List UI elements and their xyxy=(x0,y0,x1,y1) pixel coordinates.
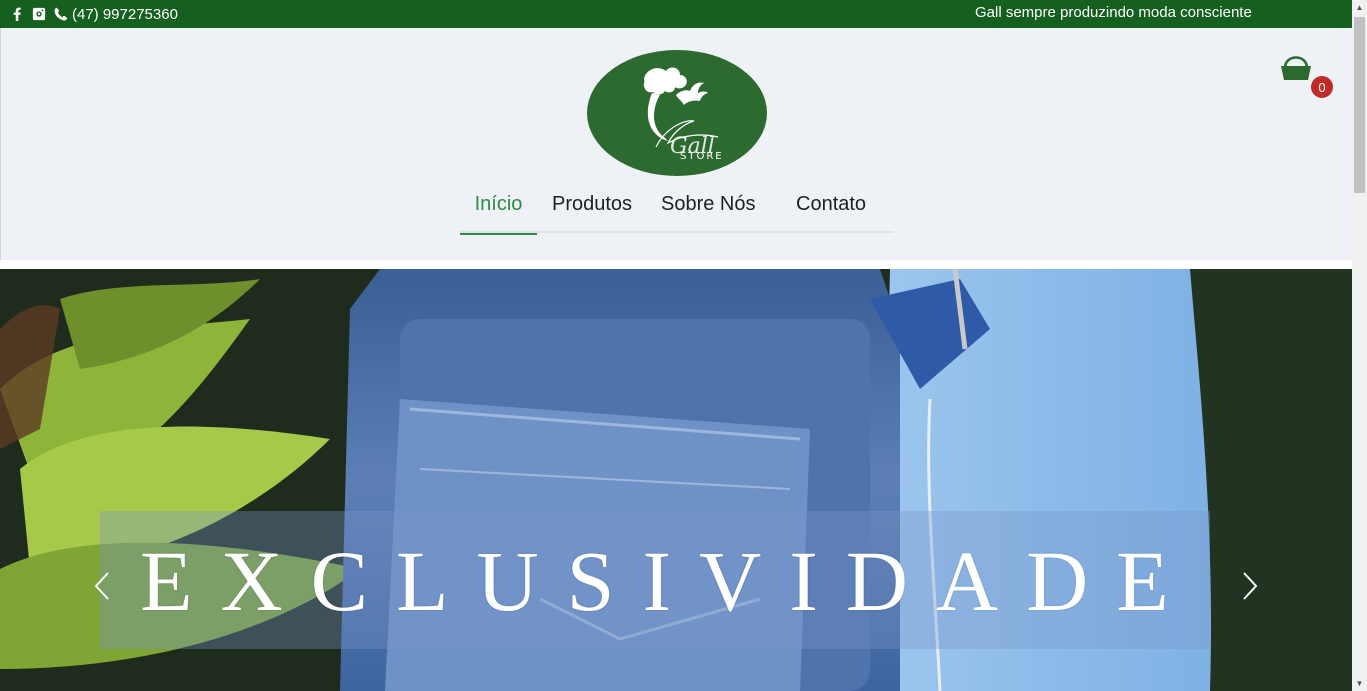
store-logo[interactable]: Gall STORE xyxy=(586,49,768,177)
phone-icon xyxy=(53,6,69,22)
carousel-next-button[interactable] xyxy=(1238,571,1262,601)
top-bar-contacts: (47) 997275360 xyxy=(0,6,178,23)
scroll-thumb[interactable] xyxy=(1354,17,1365,193)
chevron-right-icon xyxy=(1243,572,1258,600)
nav-item-produtos[interactable]: Produtos xyxy=(552,191,632,233)
nav-item-inicio[interactable]: Início xyxy=(460,191,537,235)
hero-title: EXCLUSIVIDADE xyxy=(140,533,1197,629)
facebook-icon[interactable] xyxy=(9,6,25,22)
phone-number: (47) 997275360 xyxy=(72,5,178,23)
header-divider xyxy=(0,260,1352,269)
instagram-icon[interactable] xyxy=(31,6,47,22)
main-nav: Início Produtos Sobre Nós Contato xyxy=(460,191,894,235)
scroll-up-icon[interactable]: ▲ xyxy=(1352,0,1367,15)
logo-store-text: STORE xyxy=(680,151,724,162)
phone-contact[interactable]: (47) 997275360 xyxy=(53,6,178,23)
carousel-prev-button[interactable] xyxy=(90,571,114,601)
chevron-left-icon xyxy=(94,572,109,600)
hero-carousel: EXCLUSIVIDADE xyxy=(0,269,1352,691)
page-scrollbar[interactable]: ▲ ▼ xyxy=(1352,0,1367,691)
top-bar: (47) 997275360 Gall sempre produzindo mo… xyxy=(0,0,1352,28)
nav-item-sobre-nos[interactable]: Sobre Nós xyxy=(661,191,756,233)
nav-item-contato[interactable]: Contato xyxy=(796,191,866,233)
scroll-down-icon[interactable]: ▼ xyxy=(1352,676,1367,691)
site-header: Gall STORE 0 Início Produtos Sobre Nós C… xyxy=(0,28,1352,260)
tagline: Gall sempre produzindo moda consciente xyxy=(975,4,1252,21)
cart-count-badge: 0 xyxy=(1311,76,1333,98)
